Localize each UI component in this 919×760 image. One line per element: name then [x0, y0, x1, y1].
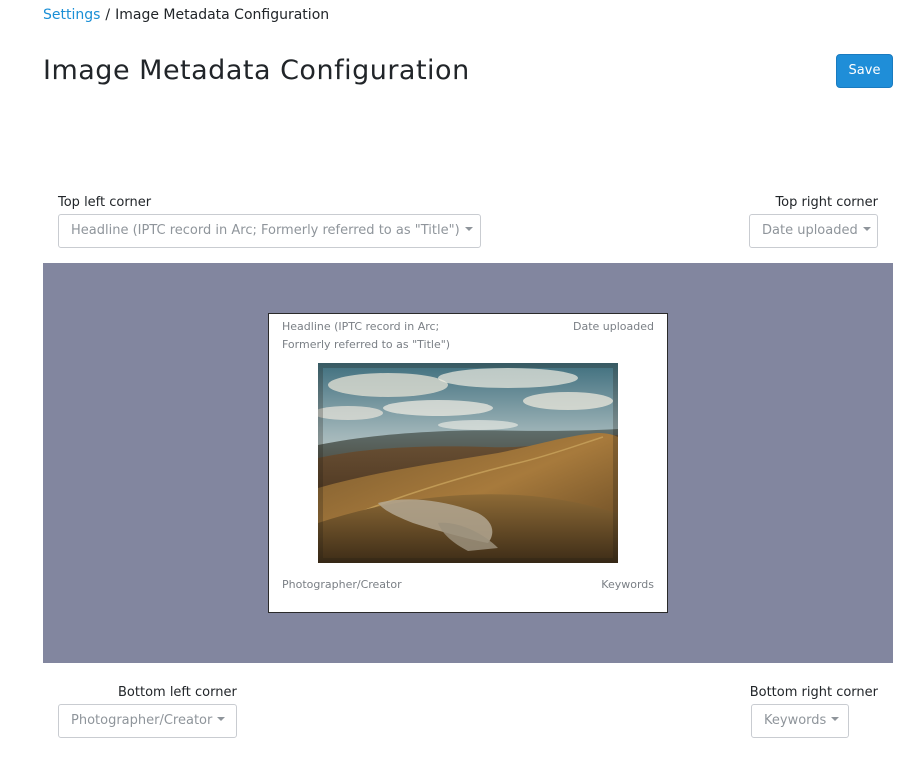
preview-bottom-left-text: Photographer/Creator [282, 578, 402, 591]
save-button[interactable]: Save [836, 54, 893, 88]
preview-card: Headline (IPTC record in Arc; Formerly r… [268, 313, 668, 613]
bottom-right-corner-label: Bottom right corner [749, 685, 878, 700]
breadcrumb-current: Image Metadata Configuration [115, 7, 330, 23]
bottom-right-corner-select-value: Keywords [764, 713, 827, 728]
chevron-down-icon [217, 717, 226, 721]
preview-top-left-text: Headline (IPTC record in Arc; Formerly r… [282, 318, 450, 354]
top-left-corner-select[interactable]: Headline (IPTC record in Arc; Formerly r… [58, 214, 481, 248]
bottom-left-corner-label: Bottom left corner [118, 685, 237, 700]
chevron-down-icon [464, 227, 473, 231]
breadcrumb-separator: / [105, 7, 111, 23]
bottom-left-corner-select[interactable]: Photographer/Creator [58, 704, 237, 738]
preview-top-left-line-1: Headline (IPTC record in Arc; [282, 320, 440, 333]
breadcrumb-settings-link[interactable]: Settings [43, 7, 100, 23]
landscape-photo-icon [318, 363, 618, 563]
top-left-corner-label: Top left corner [58, 195, 152, 210]
top-right-corner-select-value: Date uploaded [762, 223, 858, 238]
breadcrumb: Settings / Image Metadata Configuration [43, 6, 329, 24]
top-right-corner-select[interactable]: Date uploaded [749, 214, 878, 248]
image-metadata-config-page: Settings / Image Metadata Configuration Im… [0, 0, 919, 760]
top-right-corner-label: Top right corner [775, 195, 878, 210]
preview-bottom-right-text: Keywords [601, 578, 654, 591]
page-title: Image Metadata Configuration [43, 55, 470, 86]
preview-top-left-line-2: Formerly referred to as "Title") [282, 338, 451, 351]
bottom-left-corner-select-value: Photographer/Creator [71, 713, 213, 728]
chevron-down-icon [831, 717, 840, 721]
bottom-right-corner-select[interactable]: Keywords [751, 704, 849, 738]
preview-top-right-text: Date uploaded [572, 320, 654, 333]
chevron-down-icon [862, 227, 871, 231]
top-left-corner-select-value: Headline (IPTC record in Arc; Formerly r… [71, 223, 460, 238]
